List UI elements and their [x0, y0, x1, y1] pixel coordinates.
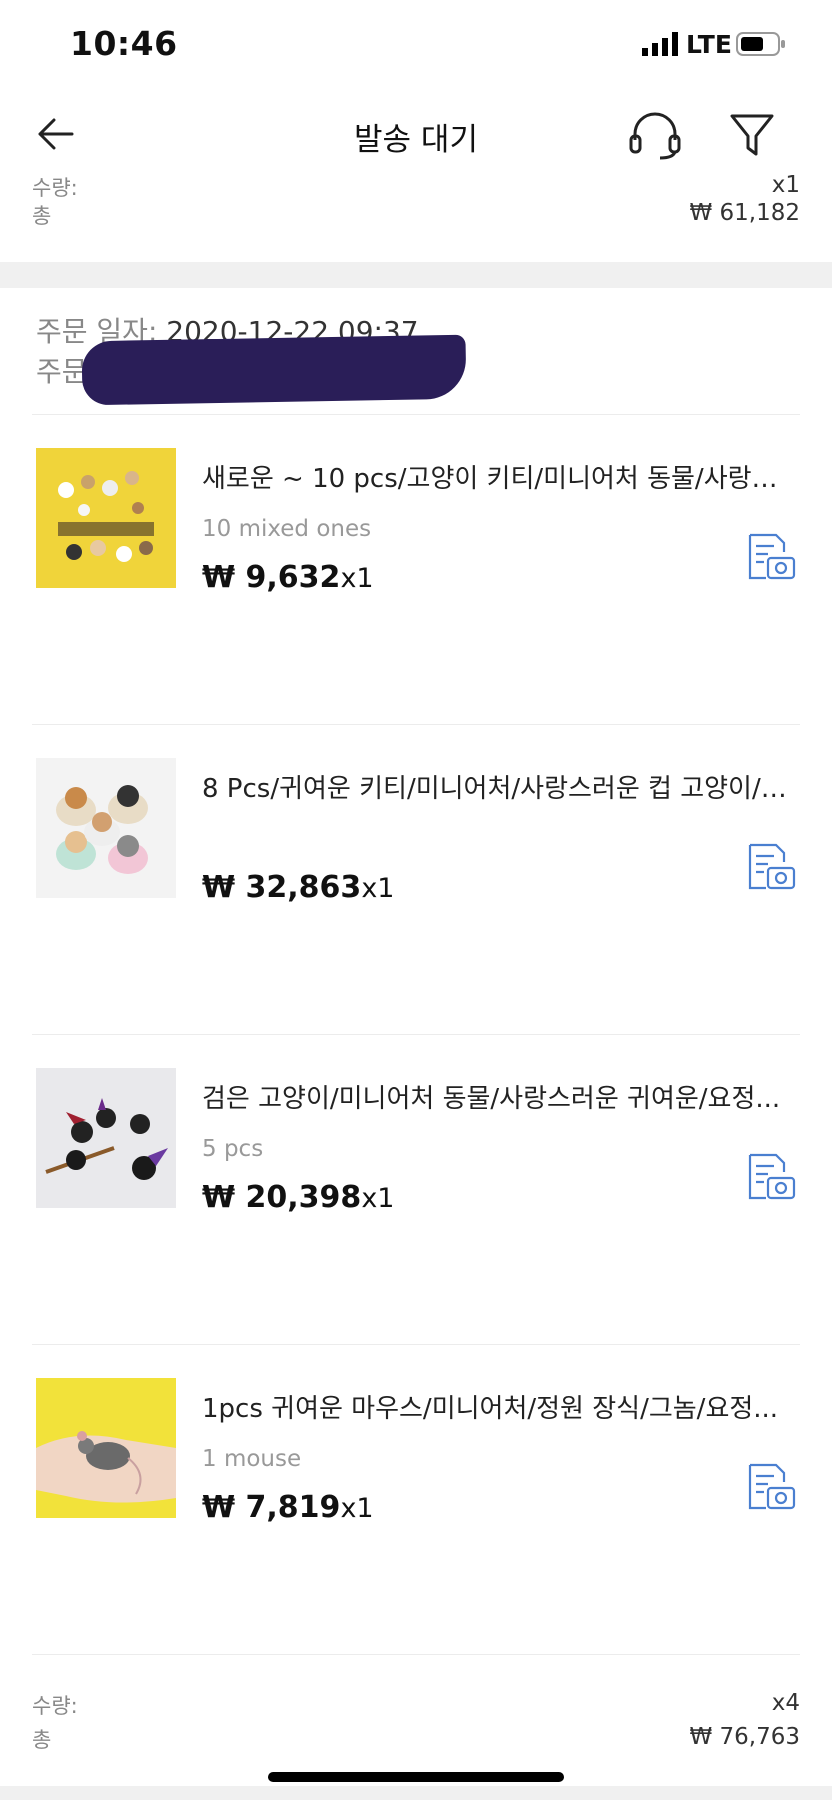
status-bar: 10:46 LTE [0, 0, 832, 90]
qty-label: 수량: [32, 1694, 78, 1718]
qty-value: x1 [771, 172, 800, 198]
redaction-scribble [81, 334, 467, 406]
status-time: 10:46 [70, 24, 178, 63]
product-qty: x1 [340, 563, 374, 594]
order-item[interactable]: 검은 고양이/미니어처 동물/사랑스러운 귀여운/요정... 5 pcs ₩ 2… [0, 1034, 832, 1344]
product-thumbnail[interactable] [36, 1068, 176, 1208]
order-item[interactable]: 1pcs 귀여운 마우스/미니어처/정원 장식/그놈/요정... 1 mouse… [0, 1344, 832, 1654]
product-variant: 10 mixed ones [202, 516, 372, 542]
product-title[interactable]: 검은 고양이/미니어처 동물/사랑스러운 귀여운/요정... [202, 1078, 794, 1115]
section-separator [0, 262, 832, 288]
product-qty: x1 [361, 1183, 395, 1214]
previous-order-summary: 수량: x1 총 ₩ 61,182 [0, 172, 832, 262]
total-label: 총 [32, 1728, 52, 1752]
nav-bar: 발송 대기 [0, 90, 832, 178]
signal-icon [642, 32, 678, 56]
battery-icon [736, 32, 785, 56]
home-indicator[interactable] [268, 1772, 564, 1782]
product-title[interactable]: 새로운 ~ 10 pcs/고양이 키티/미니어처 동물/사랑… [202, 458, 794, 495]
product-price: ₩ 32,863 [202, 870, 362, 905]
total-label: 총 [32, 204, 52, 228]
order-item[interactable]: 8 Pcs/귀여운 키티/미니어처/사랑스러운 컵 고양이/… ₩ 32,863… [0, 724, 832, 1034]
product-thumbnail[interactable] [36, 758, 176, 898]
order-number-label: 주문 [36, 355, 88, 388]
photo-review-icon[interactable] [746, 1462, 796, 1512]
product-title[interactable]: 8 Pcs/귀여운 키티/미니어처/사랑스러운 컵 고양이/… [202, 768, 794, 805]
product-variant: 1 mouse [202, 1446, 302, 1472]
product-title[interactable]: 1pcs 귀여운 마우스/미니어처/정원 장식/그놈/요정... [202, 1388, 794, 1425]
order-item[interactable]: 새로운 ~ 10 pcs/고양이 키티/미니어처 동물/사랑… 10 mixed… [0, 414, 832, 724]
total-value: ₩ 76,763 [689, 1724, 800, 1750]
page-title: 발송 대기 [354, 122, 478, 158]
product-price-line: ₩ 7,819x1 [202, 1490, 374, 1525]
order-summary: 수량: x4 총 ₩ 76,763 [0, 1686, 832, 1776]
total-value: ₩ 61,182 [689, 200, 800, 226]
product-price: ₩ 9,632 [202, 560, 341, 595]
product-variant: 5 pcs [202, 1136, 264, 1162]
divider [32, 1654, 800, 1655]
product-qty: x1 [361, 873, 395, 904]
section-separator [0, 1786, 832, 1800]
product-qty: x1 [340, 1493, 374, 1524]
photo-review-icon[interactable] [746, 1152, 796, 1202]
product-price-line: ₩ 9,632x1 [202, 560, 374, 595]
product-price-line: ₩ 32,863x1 [202, 870, 394, 905]
product-price: ₩ 20,398 [202, 1180, 362, 1215]
network-label: LTE [686, 30, 732, 59]
product-thumbnail[interactable] [36, 448, 176, 588]
headset-icon[interactable] [628, 110, 682, 160]
product-thumbnail[interactable] [36, 1378, 176, 1518]
photo-review-icon[interactable] [746, 842, 796, 892]
product-price: ₩ 7,819 [202, 1490, 341, 1525]
product-price-line: ₩ 20,398x1 [202, 1180, 394, 1215]
qty-value: x4 [771, 1690, 800, 1716]
qty-label: 수량: [32, 176, 78, 200]
filter-icon[interactable] [728, 110, 776, 160]
photo-review-icon[interactable] [746, 532, 796, 582]
